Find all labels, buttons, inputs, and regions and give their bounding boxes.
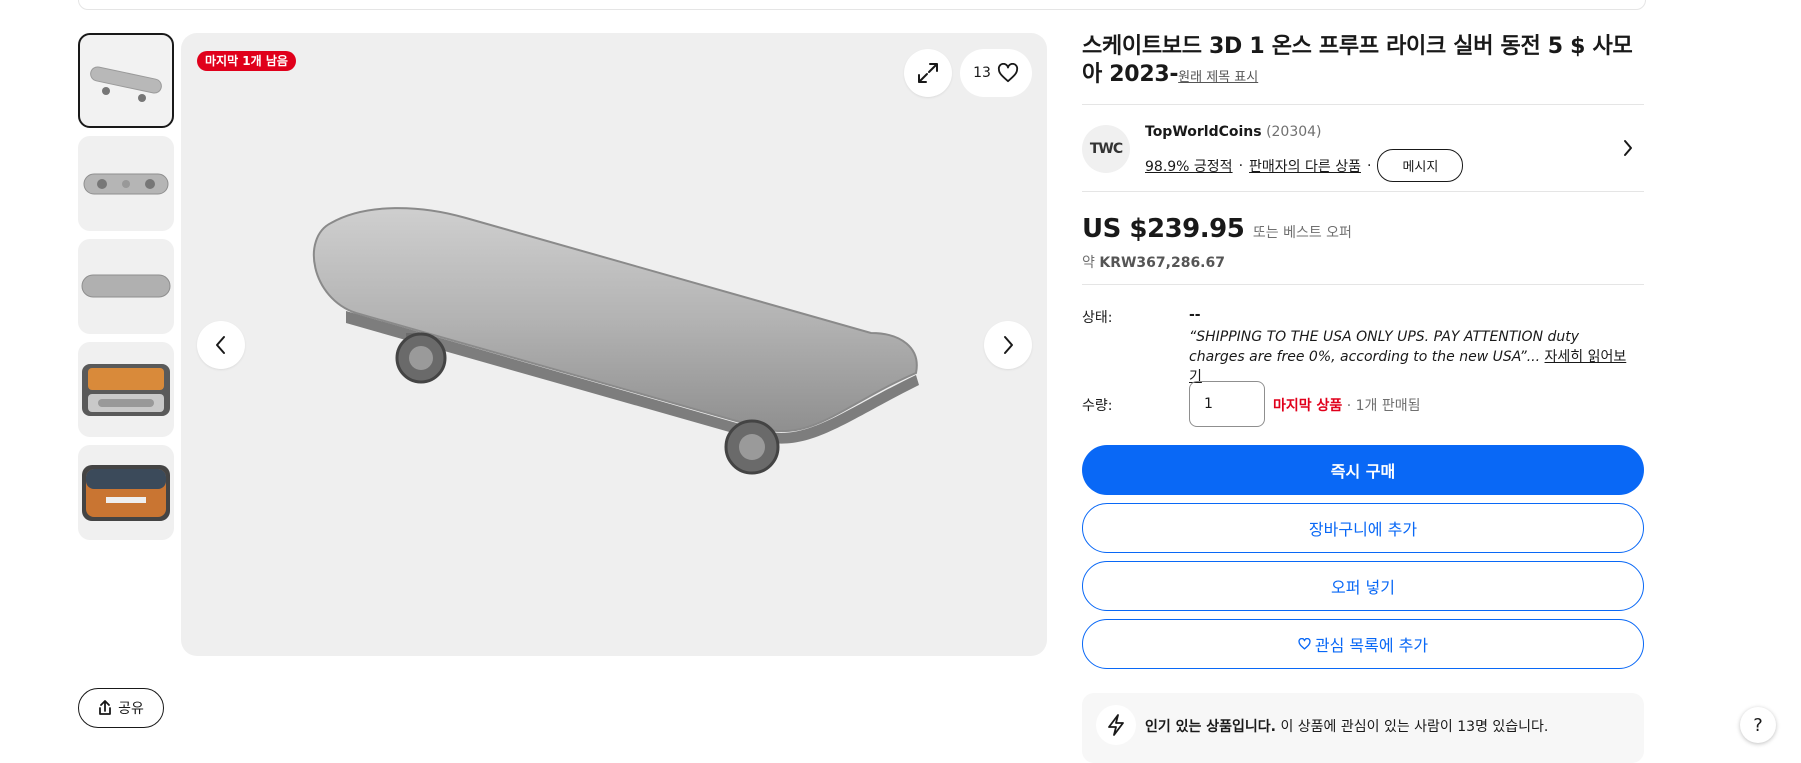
top-search-bar-edge [78, 0, 1646, 10]
last-one-badge: 마지막 1개 남음 [197, 51, 296, 71]
buy-now-button[interactable]: 즉시 구매 [1082, 445, 1644, 495]
popular-text: 인기 있는 상품입니다. 이 상품에 관심이 있는 사람이 13명 있습니다. [1145, 716, 1548, 736]
seller-avatar[interactable]: TWC [1082, 125, 1130, 173]
seller-positive-link[interactable]: 98.9% 긍정적 [1145, 156, 1233, 176]
item-details: 스케이트보드 3D 1 온스 프루프 라이크 실버 동전 5 $ 사모아 202… [1082, 33, 1644, 677]
price-value: US $239.95 [1082, 214, 1245, 244]
price-block: US $239.95 또는 베스트 오퍼 약 KRW367,286.67 [1082, 192, 1644, 284]
heart-icon [1298, 638, 1311, 650]
separator: · [1366, 157, 1372, 174]
quantity-row: 수량: 1 마지막 상품 · 1개 판매됨 [1082, 381, 1644, 437]
or-best-offer: 또는 베스트 오퍼 [1252, 225, 1352, 241]
chevron-right-icon[interactable] [1622, 138, 1634, 158]
price: US $239.95 또는 베스트 오퍼 [1082, 214, 1352, 244]
quantity-input[interactable]: 1 [1189, 381, 1265, 427]
add-to-watchlist-label: 관심 목록에 추가 [1314, 636, 1429, 655]
approx-price: 약 KRW367,286.67 [1082, 252, 1225, 272]
condition-description-text: “SHIPPING TO THE USA ONLY UPS. PAY ATTEN… [1189, 329, 1580, 365]
quantity-label: 수량: [1082, 398, 1113, 414]
popular-bold: 인기 있는 상품입니다. [1145, 719, 1276, 735]
thumbnail-1[interactable] [78, 33, 174, 128]
condition-description: “SHIPPING TO THE USA ONLY UPS. PAY ATTEN… [1189, 327, 1634, 387]
seller-card: TWC TopWorldCoins (20304) 98.9% 긍정적 · 판매… [1082, 105, 1644, 191]
prev-image-button[interactable] [197, 321, 245, 369]
item-title-text: 스케이트보드 3D 1 온스 프루프 라이크 실버 동전 5 $ 사모아 202… [1082, 34, 1633, 87]
action-buttons: 즉시 구매 장바구니에 추가 오퍼 넣기 관심 목록에 추가 [1082, 445, 1644, 669]
popular-item-banner: 인기 있는 상품입니다. 이 상품에 관심이 있는 사람이 13명 있습니다. [1082, 693, 1644, 763]
heart-icon [997, 63, 1018, 83]
expand-button[interactable] [904, 49, 952, 97]
original-title-link[interactable]: 원래 제목 표시 [1178, 70, 1258, 85]
wheel-front [395, 332, 447, 384]
chevron-right-icon [1004, 336, 1013, 354]
condition-value: -- [1189, 307, 1201, 323]
thumbnail-4[interactable] [78, 342, 174, 437]
lightning-icon [1108, 714, 1124, 736]
chevron-left-icon [216, 336, 225, 354]
main-product-image[interactable]: 마지막 1개 남음 13 [181, 33, 1047, 656]
make-offer-button[interactable]: 오퍼 넣기 [1082, 561, 1644, 611]
approx-value: KRW367,286.67 [1099, 255, 1225, 271]
item-title: 스케이트보드 3D 1 온스 프루프 라이크 실버 동전 5 $ 사모아 202… [1082, 33, 1644, 92]
add-to-cart-button[interactable]: 장바구니에 추가 [1082, 503, 1644, 553]
thumbnail-list [78, 33, 174, 548]
share-button[interactable]: 공유 [78, 688, 164, 728]
add-to-watchlist-button[interactable]: 관심 목록에 추가 [1082, 619, 1644, 669]
seller-links: 98.9% 긍정적 · 판매자의 다른 상품 · 메시지 [1145, 149, 1464, 182]
popular-detail: 이 상품에 관심이 있는 사람이 13명 있습니다. [1276, 719, 1549, 735]
share-icon [99, 700, 112, 715]
watch-count: 13 [973, 65, 991, 81]
expand-icon [918, 63, 938, 83]
condition-label: 상태: [1082, 310, 1113, 326]
message-button[interactable]: 메시지 [1377, 149, 1464, 182]
skateboard-image [312, 207, 919, 475]
share-label: 공유 [118, 701, 144, 717]
watch-count-button[interactable]: 13 [960, 49, 1032, 97]
condition-row: 상태: -- “SHIPPING TO THE USA ONLY UPS. PA… [1082, 285, 1644, 385]
sold-count: · 1개 판매됨 [1346, 398, 1421, 414]
separator: · [1238, 157, 1244, 174]
next-image-button[interactable] [984, 321, 1032, 369]
quantity-info: 마지막 상품 · 1개 판매됨 [1273, 395, 1421, 415]
approx-prefix: 약 [1082, 255, 1095, 271]
lightning-icon-wrap [1096, 705, 1136, 745]
help-button[interactable]: ? [1740, 707, 1776, 743]
seller-name-line: TopWorldCoins (20304) [1145, 124, 1322, 140]
seller-feedback-count: (20304) [1266, 124, 1322, 140]
seller-other-items-link[interactable]: 판매자의 다른 상품 [1249, 156, 1361, 176]
thumbnail-5[interactable] [78, 445, 174, 540]
thumbnail-3[interactable] [78, 239, 174, 334]
last-item-text: 마지막 상품 [1273, 398, 1343, 414]
wheel-back [724, 419, 780, 475]
thumbnail-2[interactable] [78, 136, 174, 231]
seller-name[interactable]: TopWorldCoins [1145, 124, 1262, 140]
